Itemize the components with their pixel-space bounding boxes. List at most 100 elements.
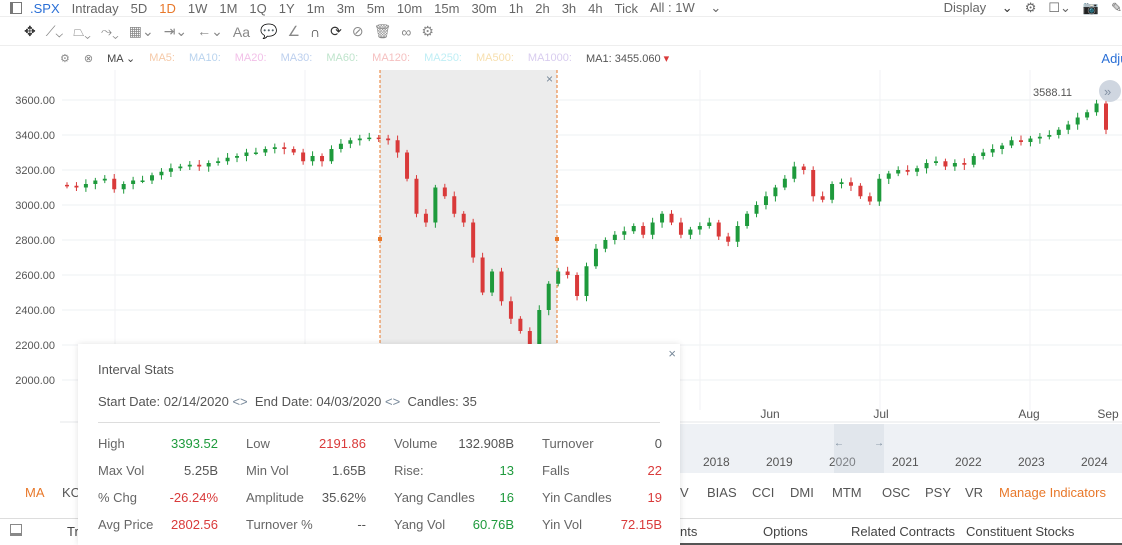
adjust-button[interactable]: Adjusted — [1101, 51, 1122, 66]
candle — [688, 229, 693, 235]
candle — [197, 164, 202, 167]
period-10m[interactable]: 10m — [397, 1, 422, 16]
stat-value: 5.25B — [184, 463, 218, 478]
y-tick-label: 3400.00 — [15, 130, 55, 142]
ma-settings-icon[interactable]: ⚙ — [60, 52, 70, 65]
indicator-tab-osc[interactable]: OSC — [882, 485, 910, 500]
arrow-icon[interactable]: ←⌄ — [197, 23, 223, 40]
trash-icon[interactable]: 🗑 — [374, 23, 392, 40]
period-4h[interactable]: 4h — [588, 1, 602, 16]
period-3h[interactable]: 3h — [562, 1, 576, 16]
indicator-tab-v[interactable]: V — [680, 485, 689, 500]
period-1m[interactable]: 1M — [219, 1, 237, 16]
window-icon[interactable]: ☐⌄ — [1048, 0, 1071, 16]
close-icon[interactable]: × — [668, 346, 676, 361]
navigator-year: 2022 — [955, 455, 982, 469]
pencil-icon[interactable]: ✎ — [1111, 0, 1122, 16]
period-5m[interactable]: 5m — [367, 1, 385, 16]
candle — [1094, 103, 1099, 113]
x-tick-label: Aug — [1018, 407, 1039, 421]
indicator-tab-ma[interactable]: MA — [25, 485, 45, 500]
candle — [395, 140, 400, 153]
ma-select[interactable]: MA ⌄ — [107, 52, 135, 65]
ma-close-icon[interactable]: ⊗ — [84, 52, 93, 65]
candle — [867, 196, 872, 202]
candle — [499, 271, 504, 302]
period-1h[interactable]: 1h — [509, 1, 523, 16]
bottom-tab[interactable]: nts — [680, 524, 697, 539]
start-stepper-icon[interactable]: <> — [232, 394, 247, 409]
selection-close-icon[interactable]: × — [546, 72, 553, 86]
range-navigator[interactable]: 2018 2019 2020 2021 2022 2023 2024 ← → — [680, 424, 1122, 473]
period-1m[interactable]: 1m — [307, 1, 325, 16]
move-icon[interactable]: ✥ — [24, 23, 36, 40]
period-15m[interactable]: 15m — [434, 1, 459, 16]
stat-value: 16 — [499, 490, 514, 505]
candle — [896, 170, 901, 174]
symbol[interactable]: .SPX — [30, 1, 60, 16]
range-select[interactable]: All : 1W ⌄ — [650, 0, 721, 16]
candle — [216, 161, 221, 163]
display-select[interactable]: Display ⌄ — [944, 0, 1013, 16]
y-tick-label: 2200.00 — [15, 340, 55, 352]
period-5d[interactable]: 5D — [131, 1, 148, 16]
text-icon[interactable]: Aa — [233, 24, 250, 40]
bottom-tab[interactable]: Constituent Stocks — [966, 524, 1074, 539]
candle — [93, 180, 98, 184]
ma-item: MA250: — [424, 52, 462, 64]
candle — [272, 147, 277, 149]
interval-selection[interactable] — [380, 70, 557, 345]
link-icon[interactable]: ∞ — [401, 24, 411, 40]
line-icon[interactable]: ⟋⌄ — [46, 23, 63, 40]
indicator-tab-vr[interactable]: VR — [965, 485, 983, 500]
period-30m[interactable]: 30m — [471, 1, 496, 16]
period-3m[interactable]: 3m — [337, 1, 355, 16]
period-1y[interactable]: 1Y — [279, 1, 295, 16]
hide-icon[interactable]: ⊘ — [352, 23, 364, 40]
indicator-tab-cci[interactable]: CCI — [752, 485, 774, 500]
path-icon[interactable]: ⤳⌄ — [101, 23, 119, 40]
settings-icon[interactable]: ⚙ — [1025, 0, 1037, 16]
ma1-value: 3455.060 — [614, 52, 661, 65]
manage-indicators-button[interactable]: Manage Indicators — [999, 485, 1106, 500]
angle-icon[interactable]: ∠ — [287, 23, 300, 40]
end-stepper-icon[interactable]: <> — [385, 394, 400, 409]
magnet-icon[interactable]: ∩ — [310, 24, 320, 40]
period-intraday[interactable]: Intraday — [72, 1, 119, 16]
ma-item: MA1000: — [527, 52, 572, 64]
indicator-tab-mtm[interactable]: MTM — [832, 485, 862, 500]
period-1d[interactable]: 1D — [159, 1, 176, 16]
candle — [131, 180, 136, 184]
stat-label: Volume — [394, 436, 438, 451]
fib-icon[interactable]: ▦⌄ — [129, 23, 154, 40]
indicator-tab-bias[interactable]: BIAS — [707, 485, 737, 500]
settings-icon[interactable]: ⚙ — [421, 23, 434, 40]
indicator-tab-psy[interactable]: PSY — [925, 485, 951, 500]
selection-handle[interactable] — [555, 237, 559, 241]
period-1w[interactable]: 1W — [188, 1, 208, 16]
candle — [763, 196, 768, 205]
polyline-icon[interactable]: ⏢⌄ — [73, 23, 91, 40]
period-2h[interactable]: 2h — [535, 1, 549, 16]
navigator-window[interactable]: ← → — [834, 424, 884, 473]
stat-label: Turnover — [542, 436, 594, 451]
ma-item: MA20: — [234, 52, 267, 64]
layout-icon[interactable] — [10, 2, 22, 14]
bottom-tab[interactable]: Related Contracts — [851, 524, 955, 539]
candle — [452, 196, 457, 214]
candle — [414, 178, 419, 214]
camera-icon[interactable]: 📷 — [1083, 0, 1099, 16]
sync-icon[interactable]: ⟳ — [330, 23, 342, 40]
candle — [386, 138, 391, 141]
comment-icon[interactable]: 💬 — [260, 23, 277, 40]
x-tick-label: Sep — [1097, 407, 1119, 421]
period-1q[interactable]: 1Q — [249, 1, 266, 16]
stat-value: 19 — [647, 490, 662, 505]
selection-handle[interactable] — [378, 237, 382, 241]
panel-toggle-icon[interactable] — [10, 524, 22, 536]
bottom-tab[interactable]: Options — [763, 524, 808, 539]
period-tick[interactable]: Tick — [615, 1, 638, 16]
measure-icon[interactable]: ⇥⌄ — [164, 23, 187, 40]
candle — [442, 187, 447, 197]
indicator-tab-dmi[interactable]: DMI — [790, 485, 814, 500]
